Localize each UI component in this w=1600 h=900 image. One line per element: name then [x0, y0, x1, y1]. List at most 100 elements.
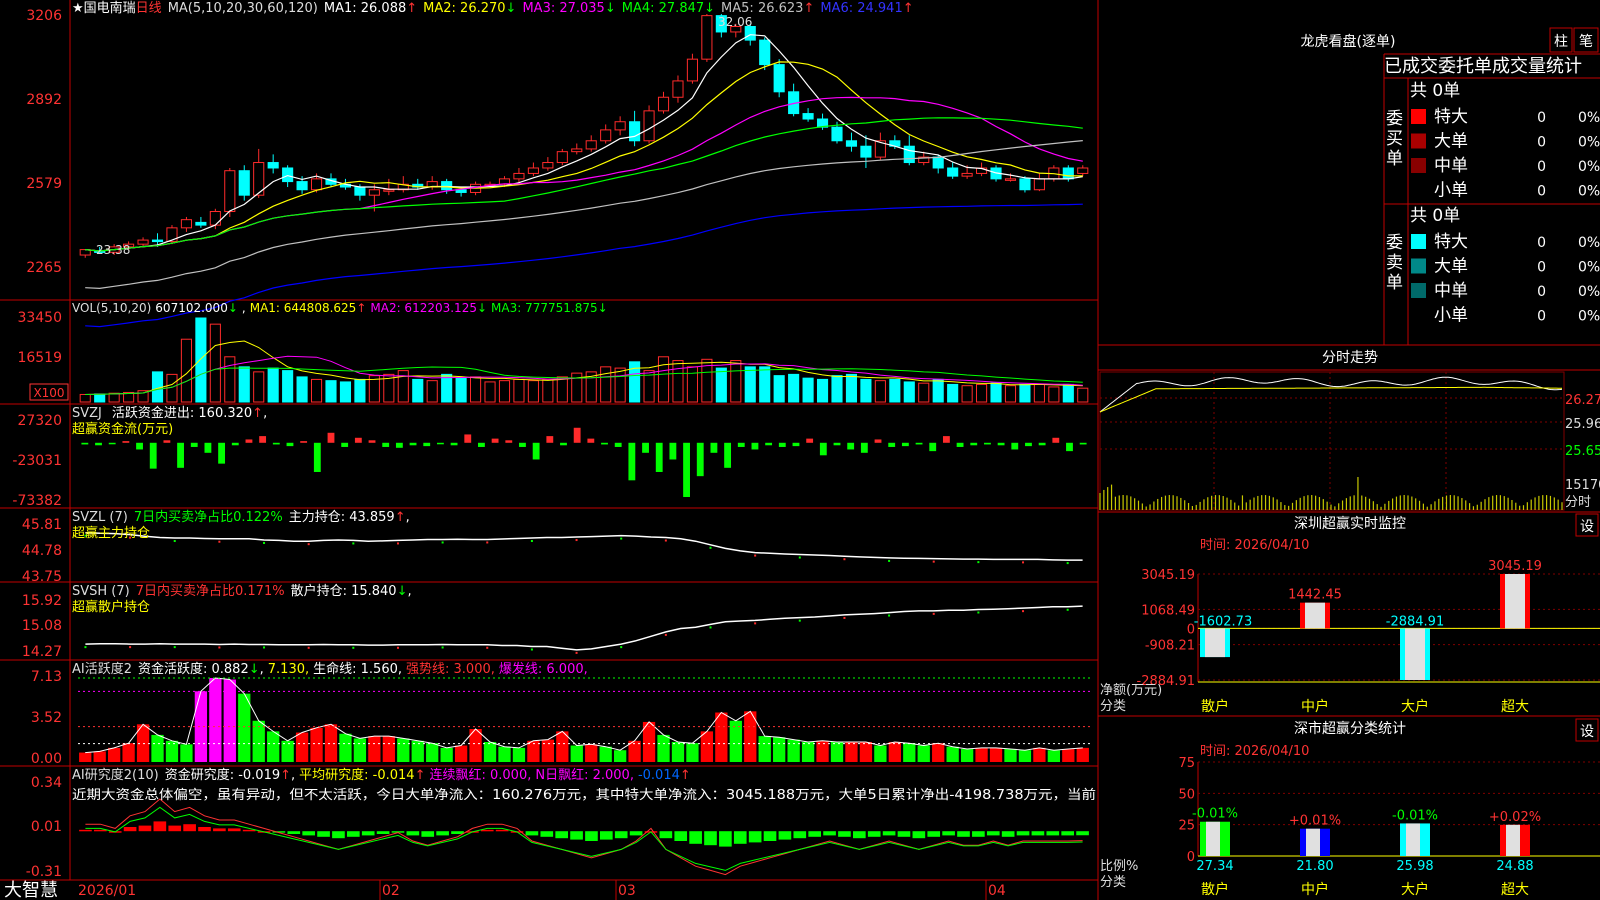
- header-line: ★国电南瑞日线 MA(5,10,20,30,60,120) MA1: 26.088↑…: [72, 0, 914, 16]
- order-size-label: 大单: [1434, 257, 1468, 277]
- volume-bar: [614, 367, 626, 403]
- research-bar: [451, 831, 464, 834]
- activity-bar: [657, 734, 670, 762]
- activity-bar: [382, 736, 395, 762]
- classify-change: +0.01%: [1289, 814, 1341, 829]
- candle-body: [310, 178, 323, 191]
- activity-bar: [888, 741, 901, 762]
- svzl-tick: 43.75: [22, 569, 62, 585]
- vol-axis: 33450 16519: [17, 310, 62, 366]
- monitor-xlabel: 分类: [1100, 699, 1126, 714]
- fund-flow-bar: [669, 442, 677, 460]
- legend-swatch: [1411, 307, 1426, 323]
- holding-dot: [754, 554, 757, 557]
- research-bar: [540, 831, 554, 837]
- activity-bar: [787, 739, 800, 762]
- order-pct: 0%: [1578, 260, 1600, 276]
- fund-flow-bar: [642, 442, 649, 453]
- volume-bar: [1077, 387, 1089, 403]
- fund-flow-bar: [997, 442, 1005, 446]
- activity-bar: [368, 736, 381, 762]
- monitor-category: 超大: [1501, 699, 1529, 715]
- volume-bar: [657, 356, 670, 403]
- monitor-bar-highlight: [1505, 574, 1525, 629]
- intraday-chart: [1099, 371, 1565, 511]
- activity-bar: [700, 731, 714, 762]
- activity-bar: [758, 736, 771, 762]
- ai2-tick: -0.31: [26, 864, 62, 880]
- fund-flow-bar: [382, 442, 390, 447]
- high-price-label: 32.06: [718, 15, 752, 29]
- research-bar: [957, 831, 970, 837]
- classify-change: +0.02%: [1489, 810, 1541, 825]
- x-tick: 03: [618, 883, 636, 899]
- volume-bar: [1004, 385, 1017, 403]
- volume-bar: [310, 378, 323, 403]
- research-bar: [495, 829, 509, 832]
- period-label: 日线: [136, 1, 162, 16]
- activity-bar: [845, 741, 858, 762]
- candle-body: [368, 189, 380, 196]
- fund-flow-bar: [505, 440, 513, 443]
- monitor-bar-label: 3045.19: [1488, 559, 1542, 574]
- holding-dot: [932, 560, 935, 563]
- classify-time: 时间: 2026/04/10: [1200, 744, 1309, 759]
- activity-bar: [324, 724, 338, 762]
- svzj-tick: -73382: [12, 493, 62, 509]
- research-bar: [1046, 831, 1060, 836]
- activity-bar: [903, 743, 916, 762]
- holding-dot: [352, 542, 355, 545]
- fund-flow-bar: [218, 442, 226, 464]
- research-bar: [421, 831, 435, 837]
- activity-bar: [267, 731, 280, 762]
- volume-bar: [209, 323, 221, 403]
- candle-body: [1019, 178, 1031, 191]
- activity-bar: [715, 712, 728, 762]
- volume-bar: [470, 376, 482, 403]
- activity-bar: [1018, 750, 1032, 762]
- fund-flow-bars: [81, 427, 1087, 498]
- volume-bar: [831, 375, 843, 403]
- volume-bar: [498, 380, 511, 403]
- research-bar: [93, 829, 107, 832]
- vol-tick: 16519: [17, 350, 62, 366]
- volume-bar: [1033, 383, 1045, 403]
- volume-bar: [990, 382, 1002, 403]
- volume-bar: [79, 393, 91, 403]
- activity-bar: [107, 747, 121, 762]
- fund-flow-bar: [806, 438, 814, 443]
- research-bar: [912, 831, 926, 839]
- research-bar: [808, 831, 822, 837]
- ai2-header: AI研究度2(10) 资金研究度: -0.019↑, 平均研究度: -0.014↑ 连…: [72, 767, 691, 783]
- holding-line: [85, 531, 1083, 561]
- research-bar: [704, 831, 717, 846]
- classify-category: 超大: [1501, 882, 1529, 898]
- classify-bar-highlight: [1506, 824, 1520, 856]
- candle-body: [571, 148, 583, 153]
- vol-tick: 33450: [17, 310, 62, 326]
- ai1-tick: 7.13: [31, 669, 62, 685]
- sell-total: 共 0单: [1410, 206, 1460, 226]
- main-chart-svg: ★国电南瑞日线 MA(5,10,20,30,60,120) MA1: 26.088↑…: [0, 0, 1600, 900]
- activity-bar: [975, 747, 988, 762]
- candle-body: [903, 145, 915, 164]
- holding-dot: [888, 614, 891, 617]
- holding-dot: [129, 646, 132, 649]
- fund-flow-bar: [190, 442, 198, 447]
- activity-bar: [440, 747, 453, 762]
- svsh-sub: 超赢散户持仓: [72, 599, 150, 615]
- fund-flow-bar: [628, 442, 636, 481]
- candle-body: [195, 221, 207, 226]
- research-bar: [183, 824, 196, 832]
- research-bar: [1016, 831, 1030, 836]
- price-tick: 3206: [26, 8, 62, 24]
- research-bar: [614, 831, 628, 839]
- candle-body: [224, 170, 236, 213]
- classify-change: -0.01%: [1392, 808, 1438, 823]
- monitor-chart: 3045.191068.490-908.21-2884.91-1602.73散户…: [1137, 559, 1600, 715]
- monitor-bar-highlight: [1405, 628, 1425, 680]
- activity-bar: [1047, 750, 1061, 762]
- classify-settings-label: 设: [1580, 724, 1594, 740]
- fund-flow-bar: [1052, 437, 1060, 443]
- research-bar: [629, 831, 643, 836]
